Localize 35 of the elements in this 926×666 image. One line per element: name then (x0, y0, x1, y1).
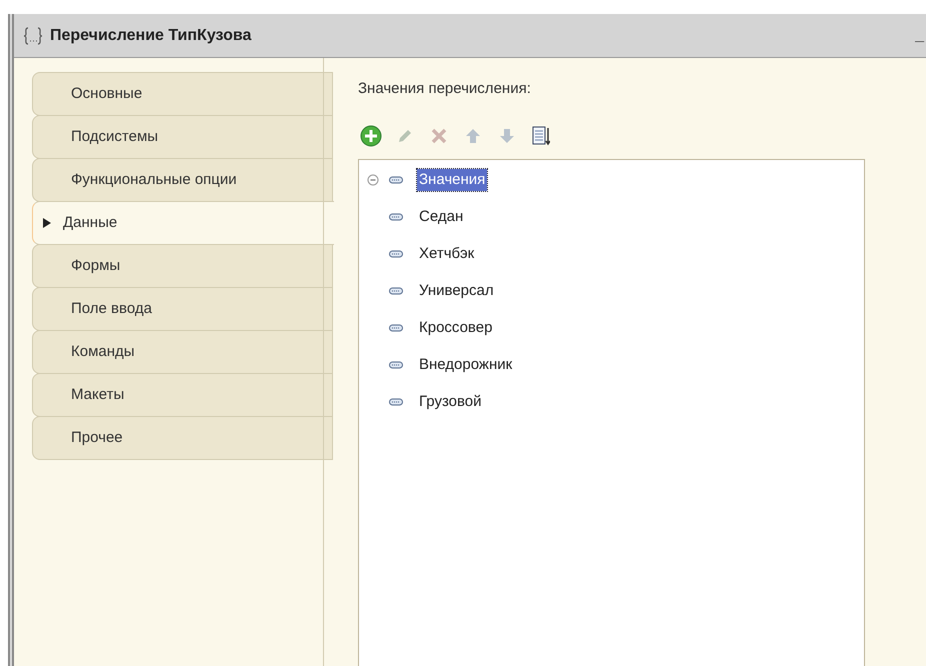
arrow-down-icon (498, 126, 516, 144)
tab[interactable]: Основные (32, 72, 333, 116)
tab[interactable]: Данные (32, 201, 334, 245)
add-button[interactable] (358, 122, 384, 148)
enum-value-icon (389, 213, 403, 221)
tree-item[interactable]: Кроссовер (417, 316, 494, 340)
arrow-up-icon (464, 126, 482, 144)
tab[interactable]: Макеты (32, 373, 333, 417)
enum-value-icon (389, 361, 403, 369)
tab[interactable]: Подсистемы (32, 115, 333, 159)
tree-item[interactable]: Значения (417, 168, 488, 192)
enum-icon (22, 26, 44, 46)
close-icon (430, 126, 448, 144)
tab[interactable]: Функциональные опции (32, 158, 333, 202)
section-label: Значения перечисления: (358, 79, 532, 99)
tab[interactable]: Поле ввода (32, 287, 333, 331)
plus-icon (360, 124, 382, 146)
enum-value-icon (389, 398, 403, 406)
enum-value-icon (389, 324, 403, 332)
enum-value-icon (389, 176, 403, 184)
tree-item[interactable]: Внедорожник (417, 354, 514, 376)
pointer-icon (43, 218, 51, 228)
tab[interactable]: Команды (32, 330, 333, 374)
enum-value-icon (389, 250, 403, 258)
tree-item[interactable]: Универсал (417, 280, 496, 302)
list-icon (532, 126, 550, 146)
collapse-icon[interactable] (367, 174, 379, 186)
minimize-button[interactable]: _ (915, 24, 924, 48)
window-title: Перечисление ТипКузова (50, 26, 252, 46)
tab[interactable]: Формы (32, 244, 333, 288)
tree-item[interactable]: Седан (417, 206, 466, 228)
tree-item[interactable]: Хетчбэк (417, 242, 476, 266)
tab[interactable]: Прочее (32, 416, 333, 460)
enum-value-icon (389, 287, 403, 295)
tree-item[interactable]: Грузовой (417, 390, 484, 414)
